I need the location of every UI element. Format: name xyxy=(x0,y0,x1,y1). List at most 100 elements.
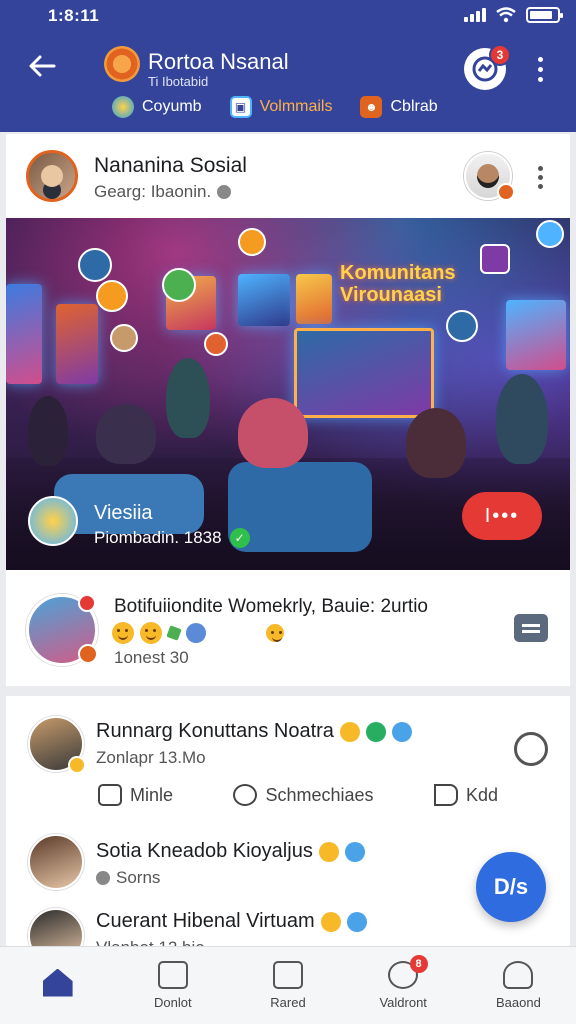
battery-icon xyxy=(526,7,563,23)
community-icon xyxy=(112,96,134,118)
like-reaction-icon xyxy=(186,623,206,643)
list-item-name[interactable]: Runnarg Konuttans Noatra xyxy=(96,720,412,743)
group-icon: ☻ xyxy=(360,96,383,118)
nav-chat[interactable]: 8 Valdront xyxy=(346,947,461,1024)
post-options-button[interactable] xyxy=(534,164,547,191)
wifi-icon xyxy=(496,7,516,23)
wall-screen xyxy=(238,274,290,326)
media-count: Piombadin. 1838 ✓ xyxy=(94,528,250,548)
person xyxy=(238,398,308,468)
author-avatar[interactable] xyxy=(26,150,78,202)
chip-label: Volmmails xyxy=(259,98,333,115)
bottom-navigation: Donlot Rared 8 Valdront Baaond xyxy=(0,946,576,1024)
emoji-icon xyxy=(339,721,360,742)
floating-action-button[interactable]: D/s xyxy=(476,852,546,922)
comment-button[interactable]: Schmechiaes xyxy=(233,784,374,806)
comment-icon[interactable] xyxy=(514,614,548,642)
share-button[interactable]: Kdd xyxy=(433,784,498,806)
media-label: Viesiia xyxy=(94,502,153,524)
nav-clipboard[interactable]: Rared xyxy=(230,947,345,1024)
document-icon xyxy=(157,961,188,989)
app-title: Rortoa Nsanal xyxy=(148,49,289,74)
status-bar: 1:8:11 xyxy=(0,0,576,34)
post-card: Nananina Sosial Gearg: Ibaonin. Komunita… xyxy=(6,134,570,686)
nav-badge: 8 xyxy=(409,955,428,973)
verified-icon xyxy=(346,911,367,932)
app-logo xyxy=(104,46,140,82)
like-button[interactable]: Minle xyxy=(98,784,173,806)
wall-screen xyxy=(506,300,566,370)
comment-title[interactable]: Botifuiiondite Womekrly, Bauie: 2urtio xyxy=(114,596,428,618)
emoji-icon xyxy=(318,841,339,862)
more-options-button[interactable] xyxy=(526,52,554,86)
reaction-badge xyxy=(78,644,98,664)
list-item-meta: Sorns xyxy=(96,868,160,888)
smile-emoji-icon xyxy=(266,624,284,642)
verified-icon xyxy=(344,841,365,862)
back-button[interactable] xyxy=(24,48,60,84)
nav-label: Baaond xyxy=(496,995,541,1010)
home-icon xyxy=(42,968,73,997)
arrow-left-icon xyxy=(29,55,56,77)
post-media[interactable]: Komunitans Virounaasi Viesiia Piombadin.… xyxy=(6,218,570,570)
clipboard-icon xyxy=(273,961,303,989)
status-icons xyxy=(464,7,563,23)
nav-home[interactable] xyxy=(0,947,115,1024)
media-heading: Komunitans Virounaasi xyxy=(340,262,456,306)
game-icon xyxy=(480,244,510,274)
speech-bubble-icon xyxy=(233,784,258,806)
nav-document[interactable]: Donlot xyxy=(115,947,230,1024)
nav-label: Rared xyxy=(270,995,306,1010)
reactions-row[interactable] xyxy=(112,622,284,644)
profile-icon xyxy=(503,961,534,989)
media-badge xyxy=(28,496,78,546)
app-subtitle: Ti Ibotabid xyxy=(148,74,209,89)
avatar-bubble-icon xyxy=(110,324,138,352)
chip-group[interactable]: ☻ Cblrab xyxy=(360,96,438,118)
list-avatar[interactable] xyxy=(28,834,84,890)
nav-profile[interactable]: Baaond xyxy=(461,947,576,1024)
top-app-bar: 1:8:11 Rortoa Nsanal Ti Ibotabid 3 Coyum… xyxy=(0,0,576,132)
nav-label: Donlot xyxy=(154,995,192,1010)
feed[interactable]: Nananina Sosial Gearg: Ibaonin. Komunita… xyxy=(6,134,570,946)
list-item-name[interactable]: Sotia Kneadob Kioyaljus xyxy=(96,840,365,863)
notification-badge: 3 xyxy=(489,44,511,66)
guitar-icon xyxy=(78,248,112,282)
profile-bubble-icon xyxy=(162,268,196,302)
divider xyxy=(6,686,570,696)
chip-community[interactable]: Coyumb xyxy=(112,96,202,118)
wall-screen xyxy=(296,274,332,324)
list-item-meta: Vlanbot 12 bio xyxy=(96,938,205,946)
person xyxy=(28,396,68,466)
person xyxy=(406,408,466,478)
signal-icon xyxy=(464,8,486,22)
verified-icon xyxy=(391,721,412,742)
laugh-emoji-icon xyxy=(140,622,162,644)
play-button[interactable]: I••• xyxy=(462,492,542,540)
wall-screen xyxy=(56,304,98,384)
author-name[interactable]: Nananina Sosial xyxy=(94,154,247,178)
wall-screen xyxy=(6,284,42,384)
ball-icon xyxy=(446,310,478,342)
music-icon xyxy=(96,280,128,312)
share-arrow-icon xyxy=(433,784,458,806)
status-dot xyxy=(68,756,86,774)
comment-time: 1onest 30 xyxy=(114,648,189,667)
chip-label: Cblrab xyxy=(390,98,438,115)
shield-icon xyxy=(365,721,386,742)
list-avatar[interactable] xyxy=(28,908,84,946)
chip-video[interactable]: ▣ Volmmails xyxy=(229,96,333,118)
post-meta-text: Gearg: Ibaonin. xyxy=(94,182,212,201)
verified-check-icon: ✓ xyxy=(229,528,250,548)
media-heading-line1: Komunitans xyxy=(340,262,456,284)
online-indicator xyxy=(497,183,515,201)
status-time: 1:8:11 xyxy=(48,6,100,25)
person xyxy=(496,374,548,464)
sync-icon[interactable] xyxy=(514,732,548,766)
list-item-name[interactable]: Cuerant Hibenal Virtuam xyxy=(96,910,367,933)
heart-icon xyxy=(204,332,228,356)
leaf-icon xyxy=(166,625,182,641)
thumbs-up-icon xyxy=(98,784,122,806)
video-icon: ▣ xyxy=(229,96,252,118)
person xyxy=(96,404,156,464)
